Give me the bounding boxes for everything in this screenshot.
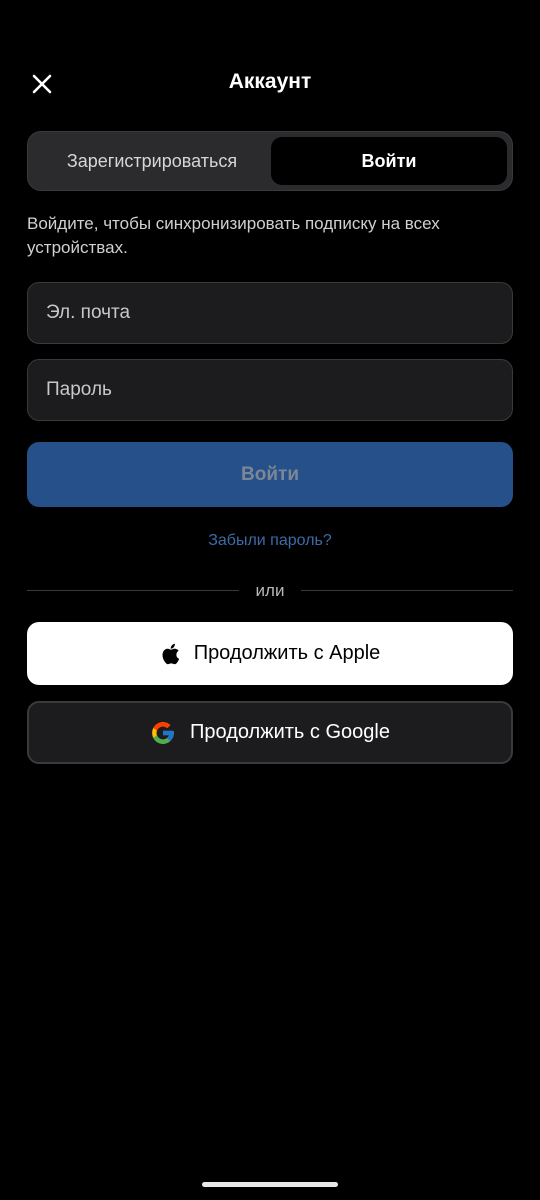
auth-mode-switch: Зарегистрироваться Войти — [27, 131, 513, 191]
continue-with-apple-button[interactable]: Продолжить с Apple — [27, 622, 513, 685]
sync-description: Войдите, чтобы синхронизировать подписку… — [27, 214, 440, 257]
divider-line-right — [301, 590, 513, 591]
google-button-label: Продолжить с Google — [190, 721, 390, 743]
header: Аккаунт — [0, 56, 540, 112]
forgot-password-link[interactable]: Забыли пароль? — [0, 532, 540, 550]
page-title: Аккаунт — [228, 70, 312, 93]
continue-with-google-button[interactable]: Продолжить с Google — [27, 701, 513, 764]
home-indicator[interactable] — [202, 1182, 338, 1187]
tab-login[interactable]: Войти — [271, 137, 507, 185]
apple-logo-icon — [160, 642, 180, 666]
divider-text: или — [255, 581, 285, 600]
apple-button-label: Продолжить с Apple — [193, 642, 381, 664]
password-field[interactable] — [27, 359, 513, 421]
email-field[interactable] — [27, 282, 513, 344]
login-submit-button[interactable]: Войти — [27, 442, 513, 507]
tab-register[interactable]: Зарегистрироваться — [33, 137, 271, 185]
divider-line-left — [27, 590, 239, 591]
google-logo-icon — [150, 720, 176, 746]
